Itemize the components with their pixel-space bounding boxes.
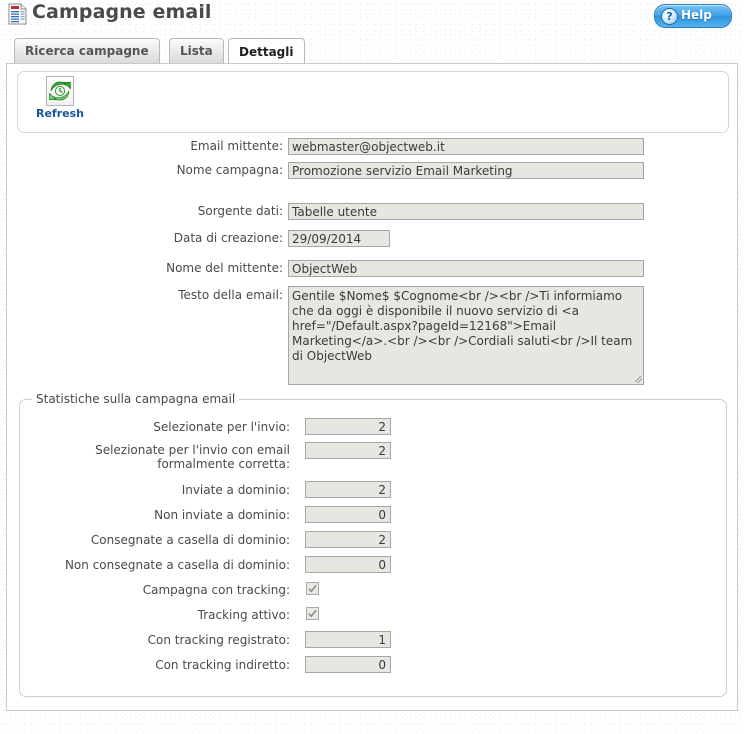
field-row-email-mittente: Email mittente: webmaster@objectweb.it <box>7 136 739 160</box>
stat-row-tracking-indiretto: Con tracking indiretto: 0 <box>20 654 728 679</box>
content-panel: Refresh Email mittente: webmaster@object… <box>6 63 738 711</box>
label-nome-campagna: Nome campagna: <box>176 163 283 177</box>
stat-row-non-consegnate-casella: Non consegnate a casella di dominio: 0 <box>20 554 728 579</box>
value-non-inviate-dominio[interactable]: 0 <box>305 506 391 523</box>
tab-ricerca-campagne[interactable]: Ricerca campagne <box>14 38 160 63</box>
campaign-detail-form: Email mittente: webmaster@objectweb.it N… <box>7 136 739 389</box>
value-inviate-dominio[interactable]: 2 <box>305 481 391 498</box>
value-selezionate-invio-corretta[interactable]: 2 <box>305 442 391 459</box>
label-data-creazione: Data di creazione: <box>173 231 283 245</box>
field-row-nome-campagna: Nome campagna: Promozione servizio Email… <box>7 160 739 200</box>
label-inviate-dominio: Inviate a dominio: <box>181 483 290 497</box>
label-tracking-indiretto: Con tracking indiretto: <box>155 658 290 672</box>
stat-row-non-inviate-dominio: Non inviate a dominio: 0 <box>20 504 728 529</box>
stat-row-campagna-con-tracking: Campagna con tracking: <box>20 579 728 604</box>
label-tracking-registrato: Con tracking registrato: <box>147 633 290 647</box>
label-selezionate-invio: Selezionate per l'invio: <box>153 420 290 434</box>
refresh-button-label: Refresh <box>36 107 84 120</box>
stat-row-selezionate-invio: Selezionate per l'invio: 2 <box>20 416 728 441</box>
field-row-data-creazione: Data di creazione: 29/09/2014 <box>7 227 739 257</box>
value-non-consegnate-casella[interactable]: 0 <box>305 556 391 573</box>
input-testo-email[interactable]: Gentile $Nome$ $Cognome<br /><br />Ti in… <box>288 286 644 385</box>
stat-row-selezionate-invio-corretta: Selezionate per l'invio con email formal… <box>20 441 728 479</box>
page-title: Campagne email <box>32 1 212 23</box>
stat-row-tracking-attivo: Tracking attivo: <box>20 604 728 629</box>
checkbox-campagna-con-tracking[interactable] <box>306 582 319 595</box>
tab-dettagli[interactable]: Dettagli <box>228 38 305 64</box>
page-header: Campagne email ? Help <box>0 0 744 32</box>
help-button-label: Help <box>681 8 712 22</box>
stat-row-consegnate-casella: Consegnate a casella di dominio: 2 <box>20 529 728 554</box>
label-testo-email: Testo della email: <box>178 288 283 302</box>
page-root: Campagne email ? Help Ricerca campagne L… <box>0 0 744 734</box>
statistics-fieldset: Statistiche sulla campagna email Selezio… <box>19 392 728 697</box>
label-nome-mittente: Nome del mittente: <box>166 261 283 275</box>
field-row-sorgente-dati: Sorgente dati: Tabelle utente <box>7 200 739 227</box>
help-button[interactable]: ? Help <box>654 4 732 28</box>
textarea-resize-handle[interactable] <box>633 374 642 383</box>
statistics-legend: Statistiche sulla campagna email <box>32 392 240 406</box>
tab-lista[interactable]: Lista <box>169 38 224 63</box>
report-document-icon <box>8 3 27 25</box>
input-sorgente-dati[interactable]: Tabelle utente <box>288 203 644 220</box>
field-row-testo-email: Testo della email: Gentile $Nome$ $Cogno… <box>7 284 739 389</box>
input-email-mittente[interactable]: webmaster@objectweb.it <box>288 138 644 155</box>
label-email-mittente: Email mittente: <box>190 139 283 153</box>
label-sorgente-dati: Sorgente dati: <box>197 204 283 218</box>
refresh-circular-arrows-icon <box>46 76 74 106</box>
toolbar: Refresh <box>17 71 729 133</box>
value-selezionate-invio[interactable]: 2 <box>305 418 391 435</box>
field-row-nome-mittente: Nome del mittente: ObjectWeb <box>7 257 739 284</box>
testo-email-value: Gentile $Nome$ $Cognome<br /><br />Ti in… <box>292 289 633 363</box>
refresh-button[interactable]: Refresh <box>30 76 90 120</box>
question-mark-icon: ? <box>661 8 678 25</box>
label-non-consegnate-casella: Non consegnate a casella di dominio: <box>64 558 290 572</box>
stat-row-tracking-registrato: Con tracking registrato: 1 <box>20 629 728 654</box>
input-nome-campagna[interactable]: Promozione servizio Email Marketing <box>288 162 644 179</box>
label-campagna-con-tracking: Campagna con tracking: <box>142 583 290 597</box>
statistics-rows: Selezionate per l'invio: 2 Selezionate p… <box>20 416 728 679</box>
stat-row-inviate-dominio: Inviate a dominio: 2 <box>20 479 728 504</box>
input-nome-mittente[interactable]: ObjectWeb <box>288 260 644 277</box>
value-tracking-indiretto[interactable]: 0 <box>305 656 391 673</box>
checkbox-tracking-attivo[interactable] <box>306 607 319 620</box>
value-consegnate-casella[interactable]: 2 <box>305 531 391 548</box>
input-data-creazione[interactable]: 29/09/2014 <box>288 230 390 247</box>
label-tracking-attivo: Tracking attivo: <box>197 608 290 622</box>
label-selezionate-invio-corretta: Selezionate per l'invio con email formal… <box>95 443 290 471</box>
label-consegnate-casella: Consegnate a casella di dominio: <box>90 533 290 547</box>
value-tracking-registrato[interactable]: 1 <box>305 631 391 648</box>
label-non-inviate-dominio: Non inviate a dominio: <box>154 508 290 522</box>
